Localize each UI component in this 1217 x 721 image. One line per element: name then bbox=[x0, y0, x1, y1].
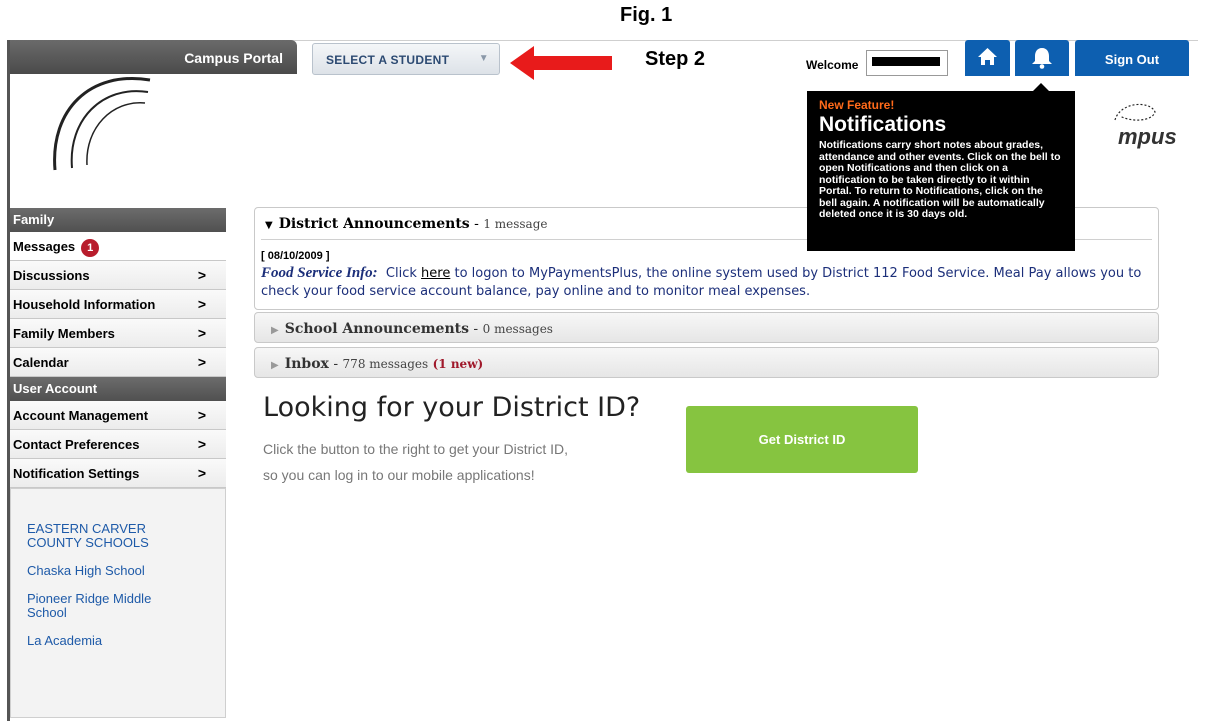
new-message-count: (1 new) bbox=[432, 357, 484, 371]
chevron-right-icon: > bbox=[197, 296, 206, 312]
message-count: 778 messages bbox=[342, 357, 429, 371]
sidebar-item-discussions[interactable]: Discussions > bbox=[10, 261, 226, 290]
chevron-right-icon: > bbox=[197, 325, 206, 341]
sidebar-heading-family: Family bbox=[10, 208, 226, 232]
message-count: 1 message bbox=[483, 217, 548, 231]
panel-title: District Announcements bbox=[278, 216, 470, 232]
sidebar-heading-user-account: User Account bbox=[10, 377, 226, 401]
school-link[interactable]: Pioneer Ridge Middle School bbox=[27, 592, 177, 620]
chevron-right-icon: > bbox=[197, 354, 206, 370]
sidebar: Family Messages 1 Discussions > Household… bbox=[10, 208, 226, 718]
expand-toggle-icon: ▶ bbox=[271, 325, 279, 336]
district-id-subtitle-line: so you can log in to our mobile applicat… bbox=[263, 467, 535, 483]
sidebar-item-label: Messages bbox=[13, 239, 76, 254]
sidebar-item-messages[interactable]: Messages 1 bbox=[10, 232, 226, 261]
sidebar-item-label: Account Management bbox=[13, 408, 149, 423]
campus-logo-swoosh-icon bbox=[53, 77, 151, 171]
sidebar-item-label: Notification Settings bbox=[13, 466, 140, 481]
select-student-dropdown[interactable]: SELECT A STUDENT ▼ bbox=[312, 43, 500, 75]
welcome-label: Welcome bbox=[806, 58, 859, 72]
sidebar-item-label: Contact Preferences bbox=[13, 437, 140, 452]
unread-badge: 1 bbox=[81, 238, 100, 257]
panel-title: Inbox bbox=[284, 356, 329, 372]
expand-toggle-icon: ▶ bbox=[271, 360, 279, 371]
school-announcements-header: ▶ School Announcements - 0 messages bbox=[271, 321, 553, 337]
step-label: Step 2 bbox=[645, 48, 706, 70]
payments-link[interactable]: here bbox=[421, 266, 450, 281]
redacted-user-name bbox=[872, 57, 940, 66]
panel-title: School Announcements bbox=[284, 321, 469, 337]
sidebar-item-label: Household Information bbox=[13, 297, 156, 312]
school-link[interactable]: La Academia bbox=[27, 634, 225, 648]
portal-title: Campus Portal bbox=[184, 50, 283, 66]
district-id-subtitle-line: Click the button to the right to get you… bbox=[263, 441, 569, 457]
popover-body: Notifications carry short notes about gr… bbox=[819, 139, 1061, 220]
home-button[interactable] bbox=[965, 40, 1010, 76]
chevron-right-icon: > bbox=[197, 465, 206, 481]
get-district-id-label: Get District ID bbox=[758, 432, 846, 447]
chevron-down-icon: ▼ bbox=[478, 53, 489, 64]
message-count: 0 messages bbox=[482, 322, 553, 336]
announcement-body: Food Service Info: Click here to logon t… bbox=[261, 264, 1151, 301]
bell-icon bbox=[1032, 48, 1052, 69]
red-arrow-icon bbox=[510, 46, 612, 80]
popover-kicker: New Feature! bbox=[819, 98, 895, 112]
announcement-text: Click bbox=[385, 266, 417, 281]
district-announcements-header[interactable]: ▼ District Announcements - 1 message bbox=[265, 216, 548, 232]
get-district-id-button[interactable]: Get District ID bbox=[686, 406, 918, 473]
chevron-right-icon: > bbox=[197, 267, 206, 283]
select-student-label: SELECT A STUDENT bbox=[326, 53, 450, 67]
announcement-date: [ 08/10/2009 ] bbox=[261, 250, 330, 262]
notifications-button[interactable] bbox=[1015, 40, 1069, 76]
school-links: EASTERN CARVER COUNTY SCHOOLS Chaska Hig… bbox=[10, 488, 226, 718]
sign-out-button[interactable]: Sign Out bbox=[1075, 40, 1189, 76]
sidebar-item-account-management[interactable]: Account Management > bbox=[10, 401, 226, 430]
district-id-title: Looking for your District ID? bbox=[263, 392, 641, 423]
sign-out-label: Sign Out bbox=[1104, 52, 1160, 67]
figure-label: Fig. 1 bbox=[620, 4, 673, 26]
campus-logo-text: mpus bbox=[1118, 124, 1177, 149]
inbox-panel[interactable]: ▶ Inbox - 778 messages (1 new) bbox=[254, 347, 1159, 378]
school-link[interactable]: Chaska High School bbox=[27, 564, 225, 578]
chevron-right-icon: > bbox=[197, 407, 206, 423]
sidebar-item-label: Discussions bbox=[13, 268, 90, 283]
sidebar-item-notification-settings[interactable]: Notification Settings > bbox=[10, 459, 226, 488]
notifications-popover: New Feature! Notifications Notifications… bbox=[807, 91, 1075, 251]
home-icon bbox=[978, 48, 997, 65]
popover-title: Notifications bbox=[819, 113, 947, 136]
district-id-subtitle: Click the button to the right to get you… bbox=[263, 436, 568, 488]
sidebar-item-contact-preferences[interactable]: Contact Preferences > bbox=[10, 430, 226, 459]
sidebar-item-label: Calendar bbox=[13, 355, 69, 370]
sidebar-item-label: Family Members bbox=[13, 326, 115, 341]
sidebar-item-calendar[interactable]: Calendar > bbox=[10, 348, 226, 377]
collapse-toggle-icon: ▼ bbox=[265, 220, 273, 231]
inbox-header: ▶ Inbox - 778 messages (1 new) bbox=[271, 356, 484, 372]
portal-title-tab: Campus Portal bbox=[10, 40, 297, 74]
school-announcements-panel[interactable]: ▶ School Announcements - 0 messages bbox=[254, 312, 1159, 343]
chevron-right-icon: > bbox=[197, 436, 206, 452]
sidebar-item-family-members[interactable]: Family Members > bbox=[10, 319, 226, 348]
announcement-heading: Food Service Info: bbox=[261, 265, 378, 281]
sidebar-item-household-information[interactable]: Household Information > bbox=[10, 290, 226, 319]
district-link[interactable]: EASTERN CARVER COUNTY SCHOOLS bbox=[27, 522, 177, 550]
